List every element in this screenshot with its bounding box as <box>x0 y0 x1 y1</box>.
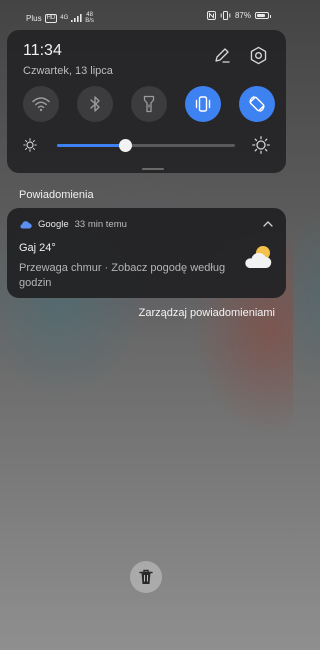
wifi-icon <box>32 97 50 112</box>
vibrate-icon <box>195 96 211 112</box>
flashlight-toggle[interactable] <box>131 86 167 122</box>
trash-icon <box>139 569 153 584</box>
signal-icon <box>71 14 82 22</box>
vibrate-icon <box>220 11 231 20</box>
signal-type: 4G <box>60 15 69 21</box>
net-speed: 48 B/s <box>85 12 94 24</box>
notification-time: 33 min temu <box>74 219 127 230</box>
brightness-slider-thumb[interactable] <box>118 139 132 152</box>
notification-body: Przewaga chmur · Zobacz pogodę według go… <box>19 262 226 289</box>
status-right: 87% <box>206 11 271 20</box>
vibrate-toggle[interactable] <box>185 86 221 122</box>
collapse-button[interactable] <box>260 216 276 232</box>
network-badge: HD <box>44 13 58 23</box>
brightness-low-icon <box>23 138 37 152</box>
settings-button[interactable] <box>247 44 269 66</box>
nfc-icon <box>206 11 216 20</box>
battery-fill <box>257 14 266 17</box>
notification-card[interactable]: Google 33 min temu Gaj 24° Przewaga chmu… <box>7 208 286 298</box>
partly-cloudy-icon <box>245 246 272 268</box>
auto-rotate-icon <box>249 96 265 112</box>
status-left: Plus HD 4G 48 B/s <box>26 12 94 24</box>
panel-drag-handle[interactable] <box>142 168 164 170</box>
quick-settings-panel: 11:34 Czwartek, 13 lipca <box>7 30 286 173</box>
pencil-icon <box>215 48 230 63</box>
bluetooth-toggle[interactable] <box>77 86 113 122</box>
battery-percent: 87% <box>234 11 251 20</box>
clock: 11:34 <box>23 42 62 59</box>
flashlight-icon <box>143 95 155 113</box>
notification-app-name: Google <box>38 219 69 230</box>
gear-icon <box>250 46 266 64</box>
brightness-slider-fill <box>57 144 125 147</box>
carrier-label: Plus <box>26 13 42 23</box>
notification-header: Google 33 min temu <box>19 219 127 230</box>
bluetooth-icon <box>90 96 100 112</box>
clear-all-button[interactable] <box>130 561 162 593</box>
brightness-high-icon <box>252 136 270 154</box>
battery-icon <box>255 12 271 19</box>
quick-tiles <box>23 86 275 122</box>
weather-cloud-icon <box>20 221 32 229</box>
chevron-up-icon <box>263 221 273 227</box>
status-bar: Plus HD 4G 48 B/s 87% <box>0 0 293 30</box>
wifi-toggle[interactable] <box>23 86 59 122</box>
net-speed-unit: B/s <box>85 18 94 24</box>
manage-notifications-link[interactable]: Zarządzaj powiadomieniami <box>139 307 275 319</box>
edit-button[interactable] <box>211 44 233 66</box>
auto-rotate-toggle[interactable] <box>239 86 275 122</box>
brightness-slider[interactable] <box>57 139 235 152</box>
brightness-control <box>23 136 270 154</box>
notification-title: Gaj 24° <box>19 242 56 254</box>
notifications-heading: Powiadomienia <box>19 189 94 201</box>
date: Czwartek, 13 lipca <box>23 65 113 77</box>
